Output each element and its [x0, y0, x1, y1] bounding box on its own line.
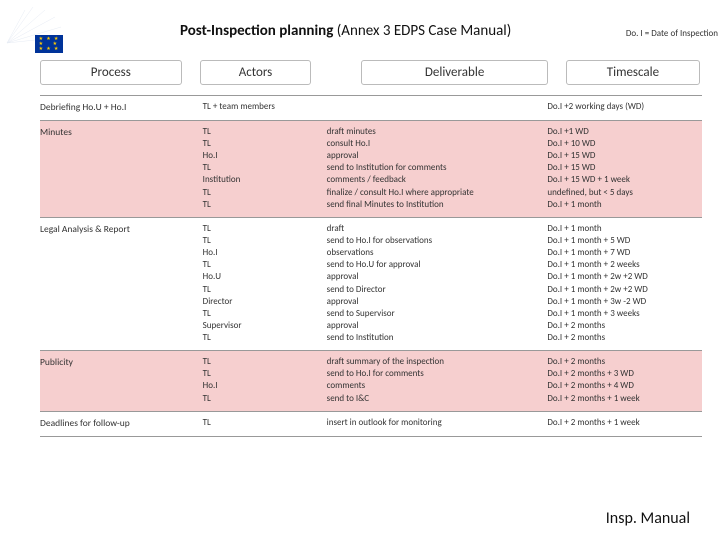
table-row: PublicityTLTLHo.ITLdraft summary of the …: [40, 350, 702, 411]
table-row: Deadlines for follow-upTLinsert in outlo…: [40, 411, 702, 437]
header-actors: Actors: [200, 60, 312, 85]
column-headers: Process Actors Deliverable Timescale: [40, 60, 700, 85]
footer-label: Insp. Manual: [606, 509, 690, 528]
cell-timescale: Do.I + 2 monthsDo.I + 2 months + 3 WDDo.…: [547, 356, 702, 405]
page-title: Post-Inspection planning (Annex 3 EDPS C…: [180, 22, 511, 40]
header-process: Process: [40, 60, 182, 85]
title-bold: Post-Inspection planning: [180, 22, 333, 40]
cell-process: Publicity: [40, 356, 203, 405]
table-row: MinutesTLTLHo.ITLInstitutionTLTLdraft mi…: [40, 120, 702, 217]
cell-timescale: Do.I + 1 monthDo.I + 1 month + 5 WDDo.I …: [547, 223, 702, 344]
cell-actors: TL: [203, 417, 327, 430]
cell-process: Minutes: [40, 126, 203, 211]
eu-logo: ★ ★ ★★ ★★ ★ ★: [5, 5, 80, 55]
cell-timescale: Do.I +2 working days (WD): [547, 101, 702, 114]
cell-process: Legal Analysis & Report: [40, 223, 203, 344]
eu-flag: ★ ★ ★★ ★★ ★ ★: [35, 35, 63, 53]
cell-actors: TLTLHo.ITL: [203, 356, 327, 405]
cell-deliverable: draft minutesconsult Ho.Iapprovalsend to…: [327, 126, 548, 211]
table-row: Debriefing Ho.U + Ho.ITL + team members D…: [40, 95, 702, 120]
cell-process: Deadlines for follow-up: [40, 417, 203, 430]
table-row: Legal Analysis & ReportTLTLHo.ITLHo.UTLD…: [40, 217, 702, 350]
cell-deliverable: draftsend to Ho.I for observationsobserv…: [327, 223, 548, 344]
cell-timescale: Do.I + 2 months + 1 week: [547, 417, 702, 430]
header-deliverable: Deliverable: [361, 60, 548, 85]
cell-deliverable: draft summary of the inspectionsend to H…: [327, 356, 548, 405]
title-rest: (Annex 3 EDPS Case Manual): [333, 22, 511, 40]
cell-actors: TLTLHo.ITLHo.UTLDirectorTLSupervisorTL: [203, 223, 327, 344]
cell-actors: TLTLHo.ITLInstitutionTLTL: [203, 126, 327, 211]
cell-actors: TL + team members: [203, 101, 327, 114]
header-timescale: Timescale: [566, 60, 700, 85]
doi-note: Do. I = Date of Inspection: [626, 28, 718, 39]
planning-table: Debriefing Ho.U + Ho.ITL + team members D…: [40, 95, 702, 437]
cell-deliverable: [327, 101, 548, 114]
cell-timescale: Do.I +1 WDDo.I + 10 WDDo.I + 15 WDDo.I +…: [547, 126, 702, 211]
cell-deliverable: insert in outlook for monitoring: [327, 417, 548, 430]
cell-process: Debriefing Ho.U + Ho.I: [40, 101, 203, 114]
